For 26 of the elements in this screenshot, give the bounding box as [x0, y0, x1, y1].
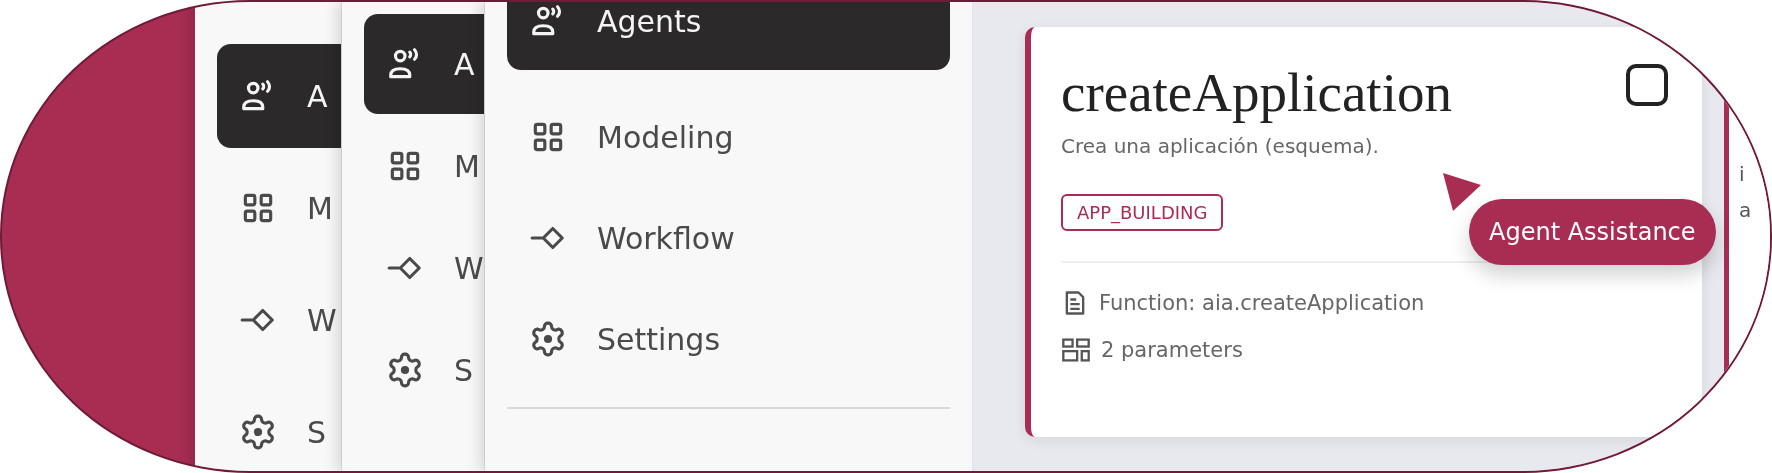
settings-icon [239, 413, 277, 451]
sidebar-item[interactable]: Agents [507, 2, 950, 70]
category-tag: APP_BUILDING [1061, 194, 1224, 231]
settings-icon [529, 320, 567, 358]
sidebar-item[interactable]: W [217, 268, 341, 372]
sidebar-item[interactable]: Workflow [507, 204, 950, 272]
layout-icon [1061, 337, 1091, 363]
assistance-tooltip: Agent Assistance [1469, 199, 1716, 265]
card-title: createApplication [1061, 61, 1452, 124]
sidebar-item[interactable]: S [217, 380, 341, 471]
sidebar-item[interactable]: M [217, 156, 341, 260]
sidebar-item[interactable]: S [364, 320, 484, 420]
sidebar-item[interactable]: Settings [507, 305, 950, 373]
sidebar-item[interactable]: A [364, 14, 484, 114]
card-text: i [1739, 162, 1746, 186]
card-text: a [1739, 198, 1753, 222]
sidebar-item[interactable]: M [364, 116, 484, 216]
sidebar-item[interactable]: Modeling [507, 103, 950, 171]
sidebar-item[interactable]: W [364, 218, 484, 318]
function-name: Function: aia.createApplication [1099, 291, 1425, 315]
settings-icon [386, 351, 424, 389]
card-description: Crea una aplicación (esquema). [1061, 134, 1380, 158]
parameter-count: 2 parameters [1101, 338, 1243, 362]
sidebar-item[interactable]: A [217, 44, 341, 148]
checkbox[interactable] [1626, 64, 1668, 106]
cursor-icon [1441, 171, 1483, 213]
